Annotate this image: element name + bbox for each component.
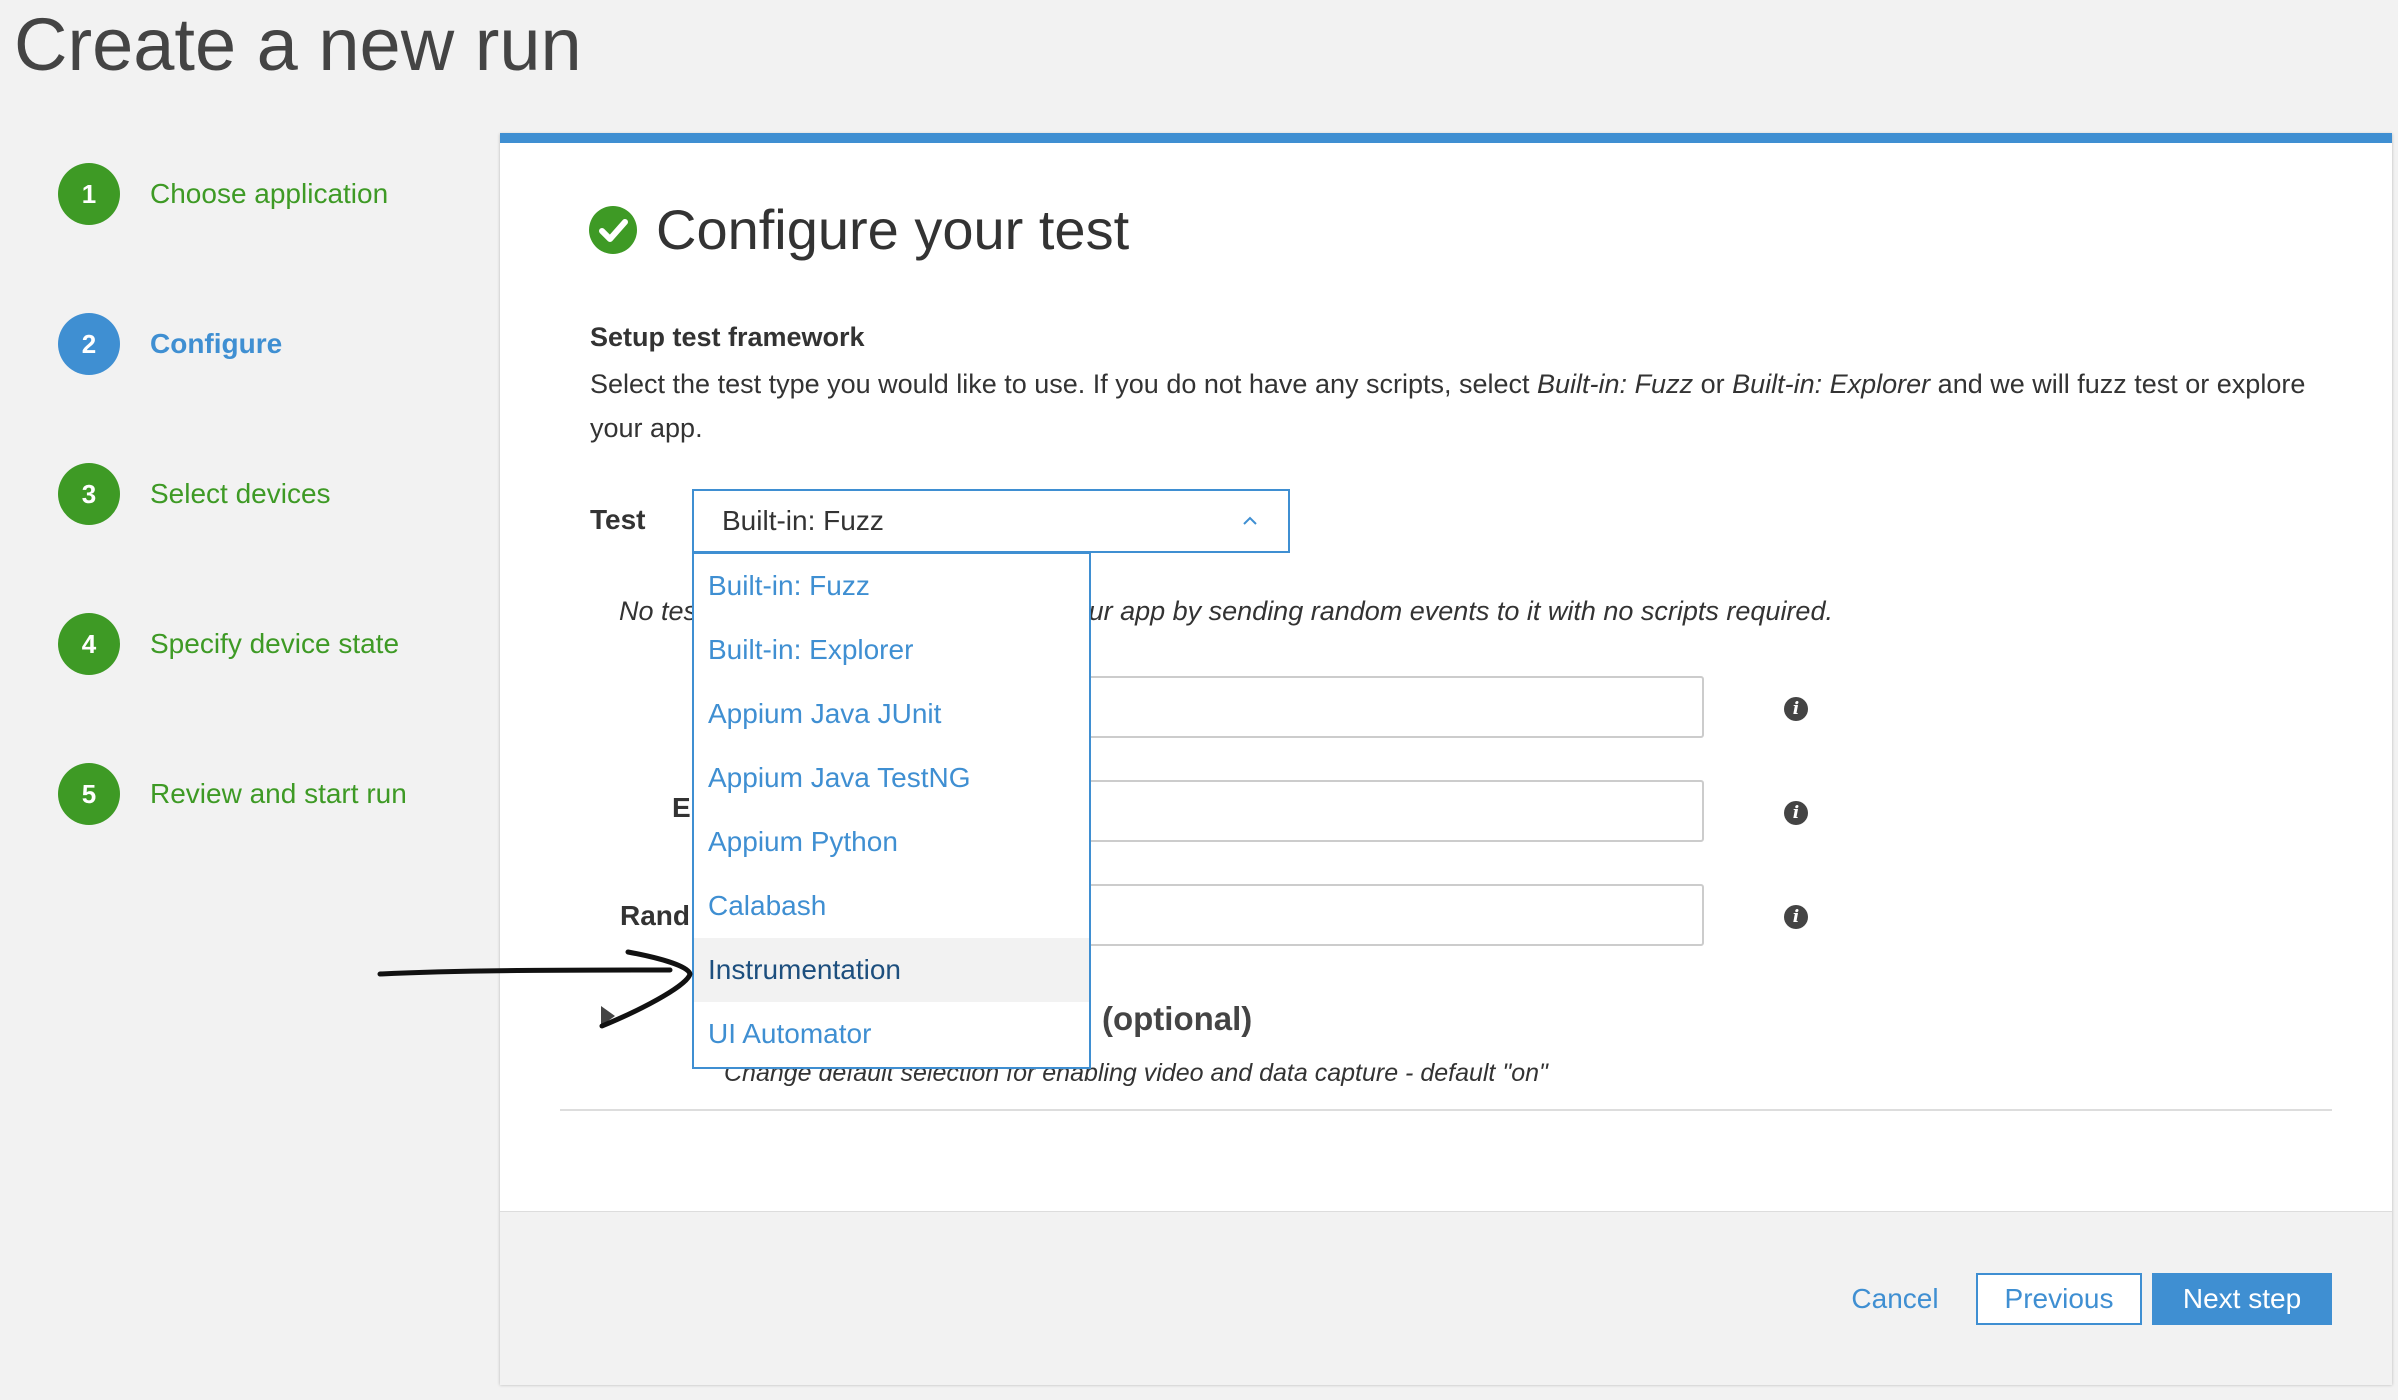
info-icon[interactable]: i — [1784, 905, 1808, 929]
cancel-button[interactable]: Cancel — [1840, 1273, 1950, 1325]
wizard-step-configure[interactable]: 2 Configure — [58, 313, 282, 375]
next-step-button[interactable]: Next step — [2152, 1273, 2332, 1325]
step-number: 2 — [58, 313, 120, 375]
test-type-select[interactable]: Built-in: Fuzz — [692, 489, 1290, 553]
step-label: Configure — [150, 328, 283, 359]
info-icon[interactable]: i — [1784, 801, 1808, 825]
step-label: Choose application — [150, 178, 389, 209]
option-calabash[interactable]: Calabash — [694, 874, 1089, 938]
test-type-selected-value: Built-in: Fuzz — [722, 505, 884, 536]
setup-framework-label: Setup test framework — [590, 322, 865, 352]
fuzz-emphasis: Built-in: Fuzz — [1537, 369, 1694, 399]
wizard-step-review-and-start-run[interactable]: 5 Review and start run — [58, 763, 407, 825]
video-capture-heading[interactable]: (optional) — [1102, 1000, 1252, 1038]
annotation-arrow-icon — [377, 949, 693, 1029]
option-instrumentation[interactable]: Instrumentation — [694, 938, 1089, 1002]
event-count-label: E — [672, 792, 691, 823]
option-builtin-explorer[interactable]: Built-in: Explorer — [694, 618, 1089, 682]
card-accent-bar — [500, 133, 2392, 143]
info-icon[interactable]: i — [1784, 697, 1808, 721]
wizard-step-specify-device-state[interactable]: 4 Specify device state — [58, 613, 399, 675]
wizard-step-choose-application[interactable]: 1 Choose application — [58, 163, 388, 225]
randomizer-seed-input[interactable] — [1070, 884, 1704, 946]
option-appium-java-testng[interactable]: Appium Java TestNG — [694, 746, 1089, 810]
randomizer-seed-label: Rand — [620, 900, 690, 931]
option-builtin-fuzz[interactable]: Built-in: Fuzz — [694, 554, 1089, 618]
event-count-input[interactable] — [1070, 780, 1704, 842]
previous-button[interactable]: Previous — [1976, 1273, 2142, 1325]
step-number: 1 — [58, 163, 120, 225]
option-appium-python[interactable]: Appium Python — [694, 810, 1089, 874]
chevron-up-icon — [1243, 516, 1257, 525]
fuzz-field-1-input[interactable] — [1070, 676, 1704, 738]
page-title: Create a new run — [14, 3, 582, 86]
section-divider — [560, 1109, 2332, 1111]
step-label: Select devices — [150, 478, 331, 509]
option-ui-automator[interactable]: UI Automator — [694, 1002, 1089, 1066]
test-type-dropdown: Built-in: Fuzz Built-in: Explorer Appium… — [692, 553, 1091, 1069]
step-label: Specify device state — [150, 628, 400, 659]
explorer-emphasis: Built-in: Explorer — [1732, 369, 1931, 399]
setup-framework-description: Select the test type you would like to u… — [590, 369, 2306, 443]
wizard-step-select-devices[interactable]: 3 Select devices — [58, 463, 331, 525]
step-label: Review and start run — [150, 778, 407, 809]
option-appium-java-junit[interactable]: Appium Java JUnit — [694, 682, 1089, 746]
check-circle-icon — [589, 206, 637, 254]
section-title: Configure your test — [656, 198, 1130, 261]
step-number: 5 — [58, 763, 120, 825]
step-number: 3 — [58, 463, 120, 525]
step-number: 4 — [58, 613, 120, 675]
test-type-label: Test — [590, 504, 646, 535]
